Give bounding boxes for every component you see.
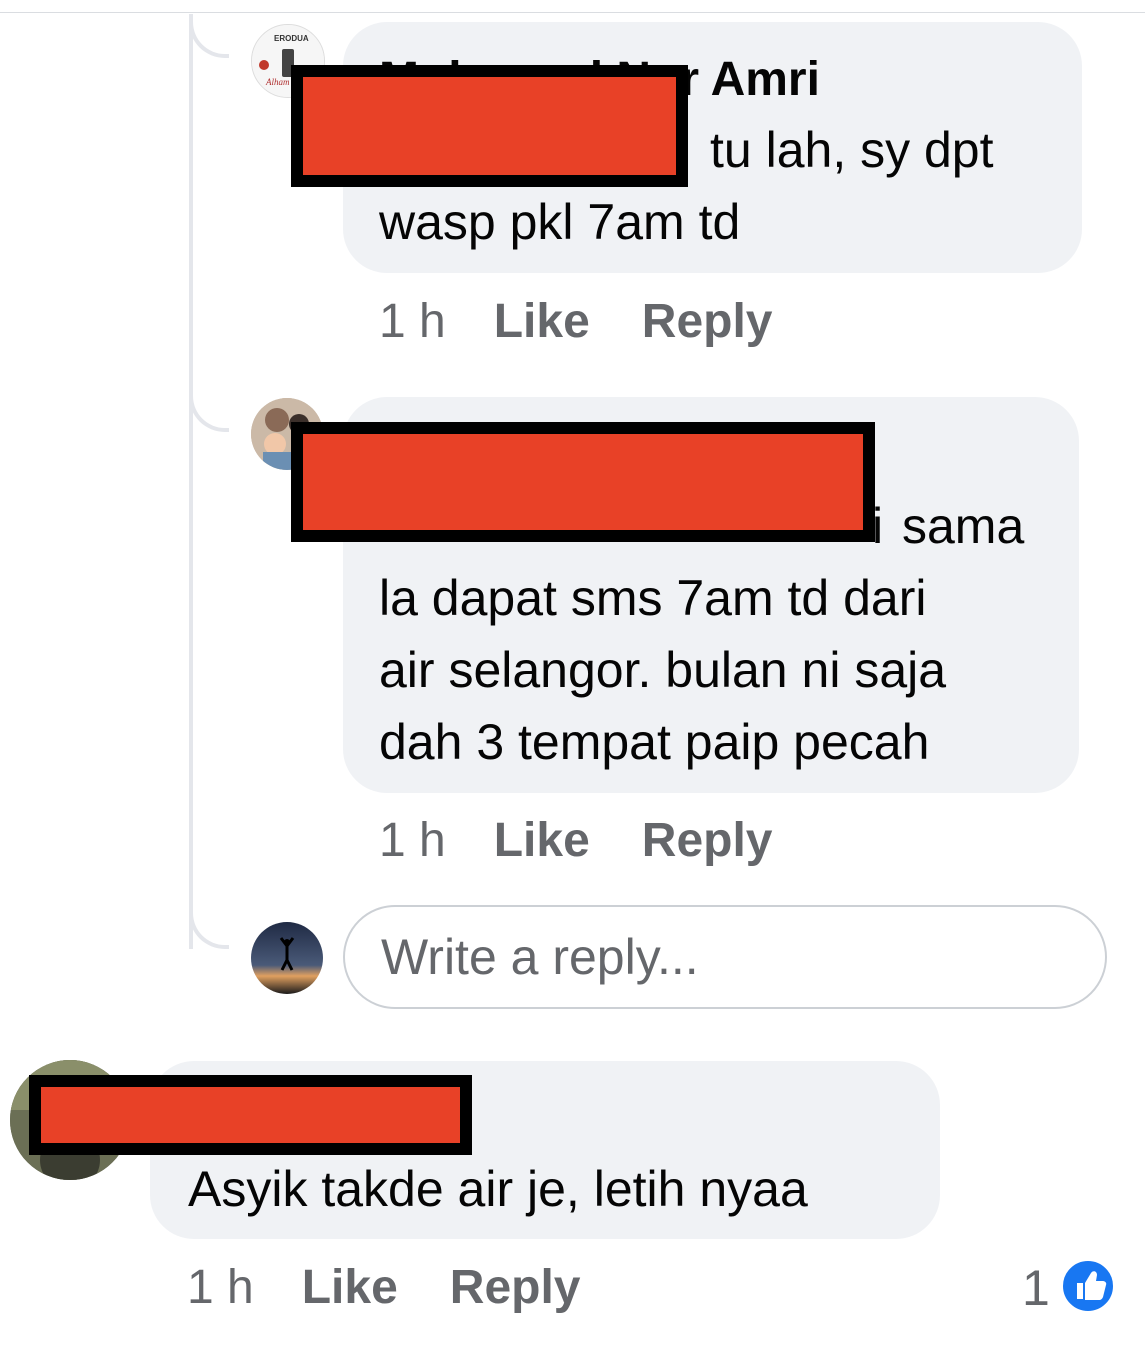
thread-line xyxy=(189,14,193,949)
reply-text-line: air selangor. bulan ni saja xyxy=(379,642,947,698)
timestamp: 1 h xyxy=(187,1261,254,1314)
reaction-count[interactable]: 1 xyxy=(1022,1260,1050,1316)
thread-branch xyxy=(189,388,229,432)
like-button[interactable]: Like xyxy=(494,294,590,350)
reply-actions: 1 h Like Reply xyxy=(379,813,773,869)
timestamp: 1 h xyxy=(379,295,446,348)
reply-text-line: la dapat sms 7am td dari xyxy=(379,570,927,626)
comment-text: Asyik takde air je, letih nyaa xyxy=(188,1161,808,1217)
top-divider xyxy=(0,12,1145,13)
thumbs-up-icon xyxy=(1060,1258,1116,1314)
reply-text-line: sama xyxy=(902,498,1025,554)
redaction-box xyxy=(291,422,875,542)
reply-input[interactable] xyxy=(343,905,1107,1009)
profile-picture-icon xyxy=(251,922,323,994)
redaction-box xyxy=(291,65,688,187)
thread-branch xyxy=(189,905,229,949)
svg-text:ERODUA: ERODUA xyxy=(274,34,309,43)
timestamp: 1 h xyxy=(379,814,446,867)
reply-button[interactable]: Reply xyxy=(642,294,773,350)
like-button[interactable]: Like xyxy=(302,1260,398,1316)
reply-text-line: dah 3 tempat paip pecah xyxy=(379,714,930,770)
reply-button[interactable]: Reply xyxy=(642,813,773,869)
reply-text-line: wasp pkl 7am td xyxy=(379,194,741,250)
comment-actions: 1 h Like Reply xyxy=(187,1260,581,1316)
like-button[interactable]: Like xyxy=(494,813,590,869)
current-user-avatar xyxy=(251,922,323,994)
reply-actions: 1 h Like Reply xyxy=(379,294,773,350)
reply-text-line: tu lah, sy dpt xyxy=(710,122,994,178)
thread-branch xyxy=(189,14,229,58)
reply-button[interactable]: Reply xyxy=(450,1260,581,1316)
svg-text:Alham: Alham xyxy=(265,77,290,87)
redaction-box xyxy=(29,1075,472,1155)
